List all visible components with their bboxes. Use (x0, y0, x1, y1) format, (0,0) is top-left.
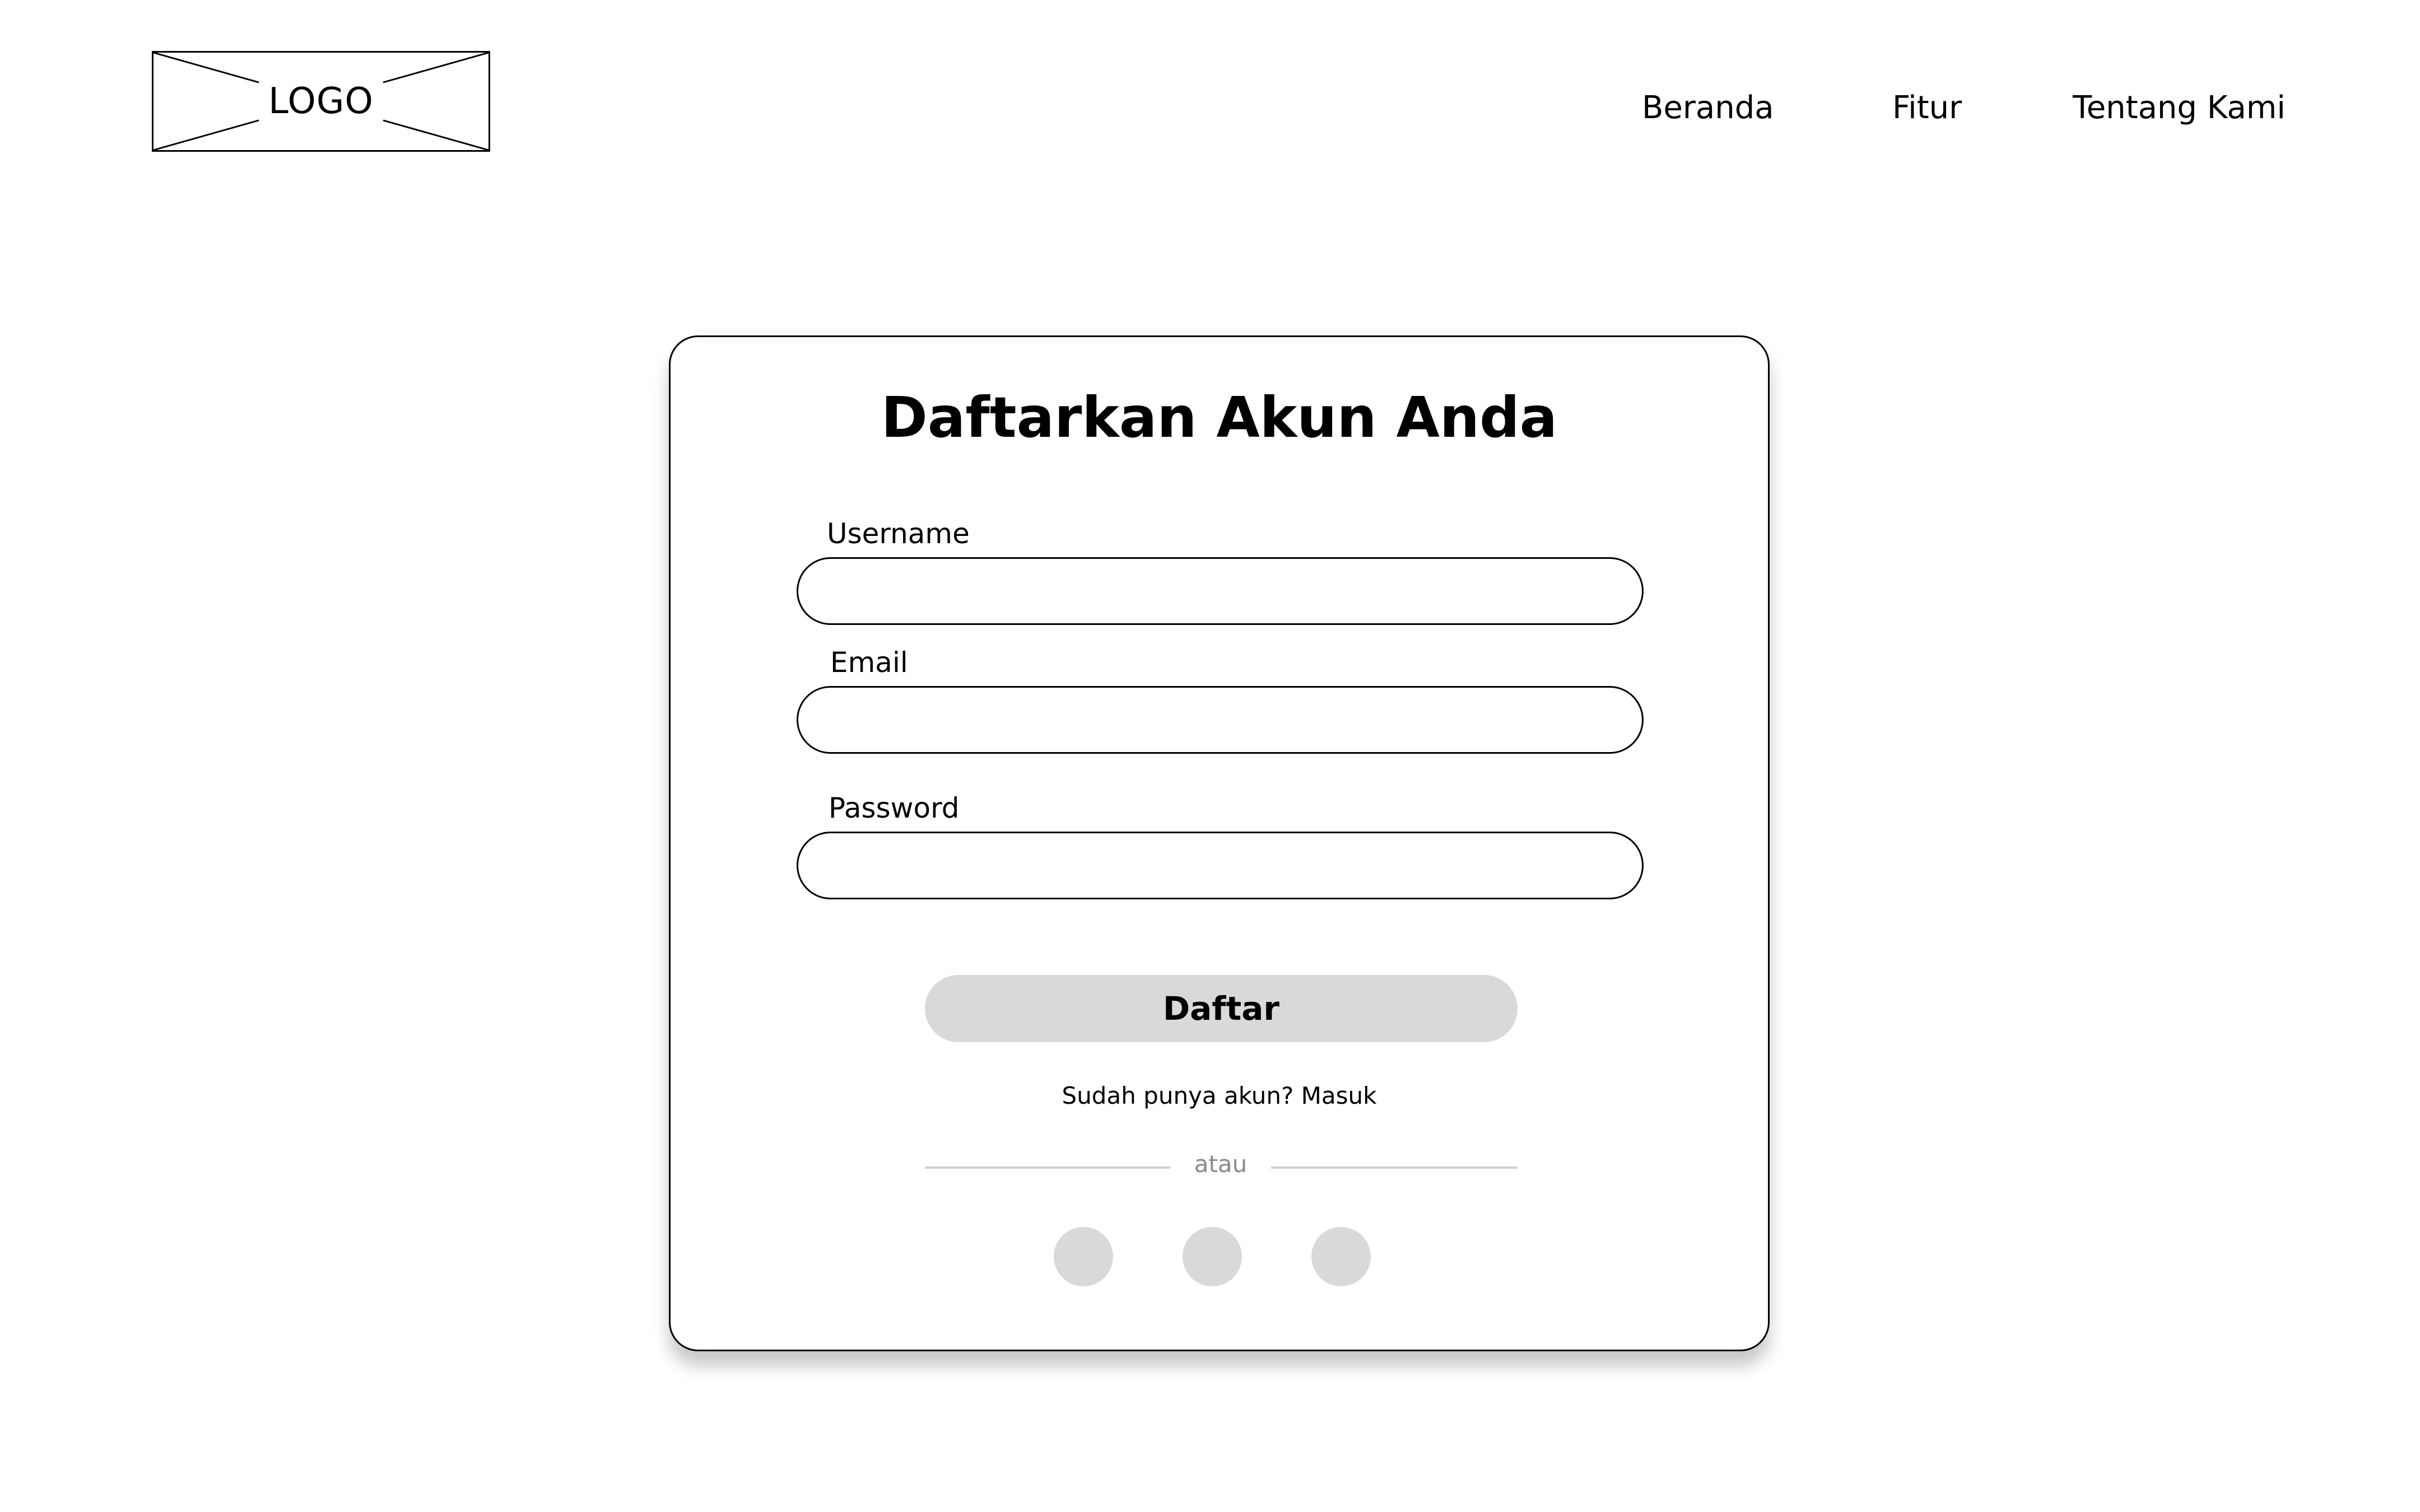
email-input[interactable] (797, 686, 1644, 754)
email-label: Email (830, 646, 908, 679)
username-label: Username (827, 517, 970, 550)
password-input[interactable] (797, 832, 1644, 899)
login-link[interactable]: Sudah punya akun? Masuk (671, 1082, 1768, 1109)
divider-line-right (1271, 1166, 1518, 1169)
form-title: Daftarkan Akun Anda (881, 385, 1558, 450)
social-login-button-1[interactable] (1054, 1227, 1113, 1286)
username-input[interactable] (797, 557, 1644, 625)
social-login-button-3[interactable] (1311, 1227, 1371, 1286)
logo-text: LOGO (268, 81, 374, 122)
page: LOGO Beranda Fitur Tentang Kami Daftarka… (0, 0, 2420, 1512)
social-login-button-2[interactable] (1183, 1227, 1242, 1286)
nav-link-fitur[interactable]: Fitur (1892, 90, 1962, 126)
register-card: Daftarkan Akun Anda Username Email Passw… (669, 335, 1770, 1351)
register-button[interactable]: Daftar (925, 975, 1518, 1042)
nav-link-tentang-kami[interactable]: Tentang Kami (2073, 90, 2286, 126)
logo-placeholder[interactable]: LOGO (152, 51, 490, 152)
nav-link-beranda[interactable]: Beranda (1642, 90, 1774, 126)
divider-line-left (925, 1166, 1170, 1169)
divider-text: atau (1194, 1150, 1248, 1178)
password-label: Password (829, 792, 960, 824)
